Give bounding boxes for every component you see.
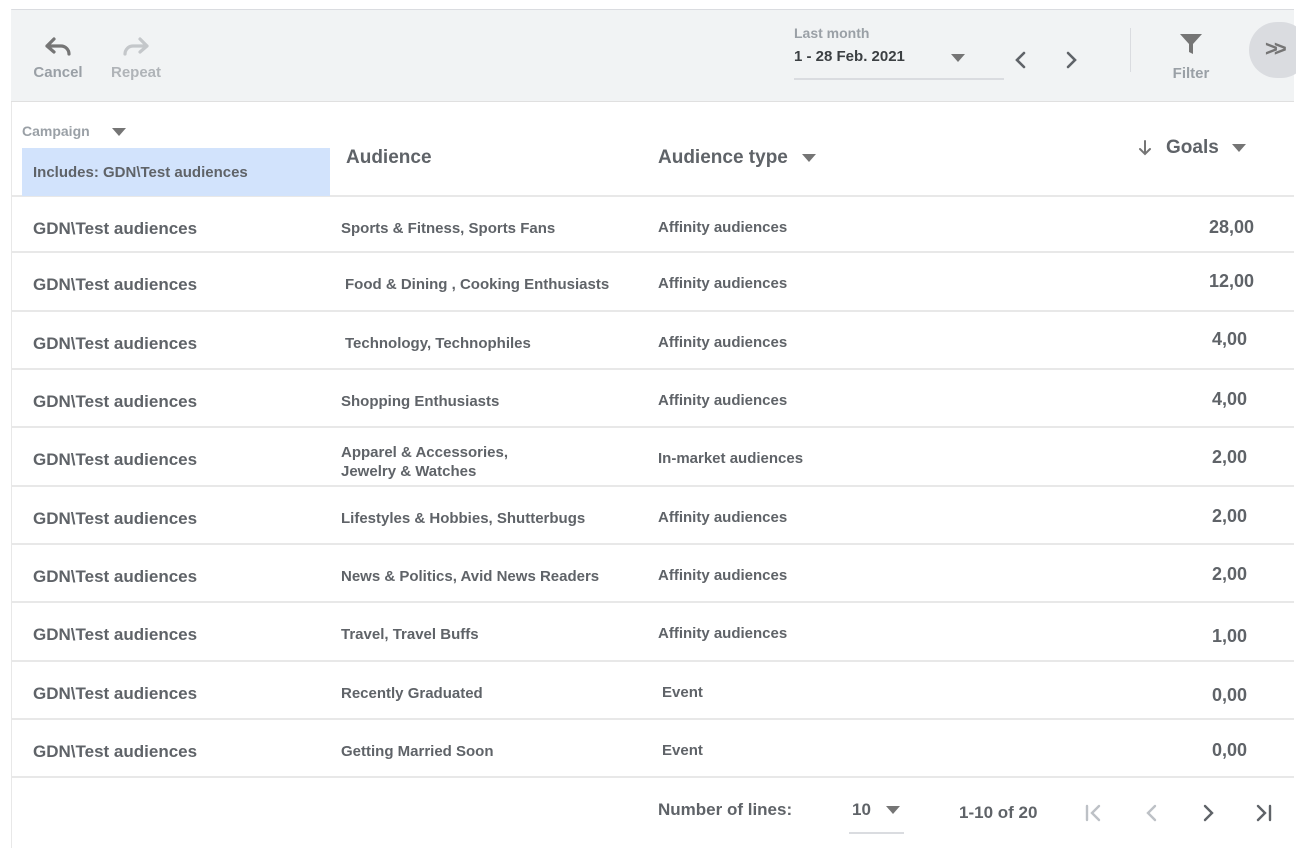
date-range-underline xyxy=(794,78,1004,80)
audience-type-cell: Event xyxy=(662,742,703,759)
audience-cell: Technology, Technophiles xyxy=(345,335,531,352)
chevron-down-icon[interactable] xyxy=(1232,144,1246,152)
audience-cell: Food & Dining , Cooking Enthusiasts xyxy=(345,276,610,293)
goals-cell: 4,00 xyxy=(1211,389,1247,409)
audience-cell-line2: Jewelry & Watches xyxy=(341,463,477,480)
repeat-button[interactable]: Repeat xyxy=(109,36,163,81)
last-page-icon[interactable] xyxy=(1253,801,1275,825)
audience-type-cell: Affinity audiences xyxy=(658,334,788,351)
table-row[interactable]: GDN\Test audiences Food & Dining , Cookin… xyxy=(11,253,1294,312)
audience-type-cell: Affinity audiences xyxy=(658,392,788,409)
audience-header[interactable]: Audience xyxy=(346,147,432,169)
redo-icon xyxy=(109,36,163,58)
previous-page-icon[interactable] xyxy=(1141,801,1163,825)
date-range-select[interactable]: 1 - 28 Feb. 2021 xyxy=(794,48,905,65)
table-row[interactable]: GDN\Test audiences Shopping Enthusiasts Af… xyxy=(11,370,1294,428)
pagination-range: 1-10 of 20 xyxy=(959,803,1038,822)
chevron-down-icon[interactable] xyxy=(951,54,965,62)
audience-cell: News & Politics, Avid News Readers xyxy=(341,568,600,585)
table-row[interactable]: GDN\Test audiences Getting Married Soon Ev… xyxy=(11,720,1294,778)
audience-type-cell: Affinity audiences xyxy=(658,275,788,292)
cancel-label: Cancel xyxy=(33,64,83,81)
table-footer: Number of lines: 10 1-10 of 20 xyxy=(11,779,1294,848)
audience-cell: Travel, Travel Buffs xyxy=(341,626,479,643)
audience-cell: Sports & Fitness, Sports Fans xyxy=(341,220,556,237)
goals-cell: 28,00 xyxy=(1208,217,1254,237)
audience-type-cell: Affinity audiences xyxy=(658,625,788,642)
goals-cell: 2,00 xyxy=(1211,564,1247,584)
lines-per-page-select[interactable]: 10 xyxy=(852,800,871,820)
table-row[interactable]: GDN\Test audiences Lifestyles & Hobbies, … xyxy=(11,487,1294,545)
goals-cell: 2,00 xyxy=(1211,447,1247,467)
campaign-cell: GDN\Test audiences xyxy=(33,334,198,353)
campaign-cell: GDN\Test audiences xyxy=(33,219,198,238)
goals-cell: 12,00 xyxy=(1208,271,1254,291)
goals-cell: 0,00 xyxy=(1211,740,1247,760)
audience-cell: Shopping Enthusiasts xyxy=(341,393,500,410)
cancel-button[interactable]: Cancel xyxy=(33,36,83,81)
first-page-icon[interactable] xyxy=(1083,801,1105,825)
expand-panel-button[interactable]: >> xyxy=(1249,22,1296,78)
chevron-down-icon[interactable] xyxy=(112,128,126,136)
audience-cell: Apparel & Accessories, xyxy=(341,444,509,461)
next-page-icon[interactable] xyxy=(1197,801,1219,825)
goals-cell: 4,00 xyxy=(1211,329,1247,349)
filter-label: Filter xyxy=(1172,65,1210,82)
campaign-filter-chip[interactable]: Includes: GDN\Test audiences xyxy=(22,148,330,196)
table-header: Campaign Includes: GDN\Test audiences Au… xyxy=(11,102,1294,197)
audience-type-header[interactable]: Audience type xyxy=(658,147,788,169)
undo-icon xyxy=(33,36,83,58)
previous-period-icon[interactable] xyxy=(1010,48,1032,72)
toolbar-divider xyxy=(1130,28,1131,72)
table-row[interactable]: GDN\Test audiences Sports & Fitness, Spor… xyxy=(11,197,1294,253)
goals-cell: 0,00 xyxy=(1211,685,1247,705)
campaign-cell: GDN\Test audiences xyxy=(33,509,198,528)
filter-button[interactable]: Filter xyxy=(1169,31,1213,82)
double-chevron-right-icon: >> xyxy=(1265,36,1287,61)
campaign-cell: GDN\Test audiences xyxy=(33,684,198,703)
audience-cell: Recently Graduated xyxy=(341,685,483,702)
lines-per-page-label: Number of lines: xyxy=(658,800,793,819)
campaign-cell: GDN\Test audiences xyxy=(33,625,198,644)
goals-cell: 2,00 xyxy=(1211,506,1247,526)
table-row[interactable]: GDN\Test audiences Technology, Technophil… xyxy=(11,312,1294,370)
campaign-cell: GDN\Test audiences xyxy=(33,742,198,761)
audience-type-cell: Affinity audiences xyxy=(658,219,788,236)
campaign-cell: GDN\Test audiences xyxy=(33,392,198,411)
campaign-cell: GDN\Test audiences xyxy=(33,450,198,469)
repeat-label: Repeat xyxy=(110,64,162,81)
filter-icon xyxy=(1180,34,1202,54)
goals-cell: 1,00 xyxy=(1211,626,1247,646)
next-period-icon[interactable] xyxy=(1060,48,1082,72)
audience-type-cell: Affinity audiences xyxy=(658,567,788,584)
campaign-cell: GDN\Test audiences xyxy=(33,567,198,586)
lines-select-underline xyxy=(849,832,904,834)
table-row[interactable]: GDN\Test audiences News & Politics, Avid … xyxy=(11,545,1294,603)
table-row[interactable]: GDN\Test audiences Apparel & Accessories,… xyxy=(11,428,1294,487)
goals-header[interactable]: Goals xyxy=(1166,137,1219,159)
sort-descending-icon[interactable] xyxy=(1137,139,1153,157)
campaign-header[interactable]: Campaign xyxy=(22,123,90,139)
chevron-down-icon[interactable] xyxy=(802,154,816,162)
audience-cell: Getting Married Soon xyxy=(341,743,494,760)
audience-type-cell: In-market audiences xyxy=(658,450,804,467)
date-range-label: Last month xyxy=(794,25,870,41)
campaign-cell: GDN\Test audiences xyxy=(33,275,198,294)
audience-type-cell: Event xyxy=(662,684,703,701)
audience-type-cell: Affinity audiences xyxy=(658,509,788,526)
table-row[interactable]: GDN\Test audiences Recently Graduated Even… xyxy=(11,662,1294,720)
chevron-down-icon[interactable] xyxy=(886,806,900,814)
toolbar: Cancel Repeat Last month 1 - 28 Feb. 202… xyxy=(11,10,1296,102)
audience-cell: Lifestyles & Hobbies, Shutterbugs xyxy=(341,510,586,527)
table-row[interactable]: GDN\Test audiences Travel, Travel Buffs Af… xyxy=(11,603,1294,662)
